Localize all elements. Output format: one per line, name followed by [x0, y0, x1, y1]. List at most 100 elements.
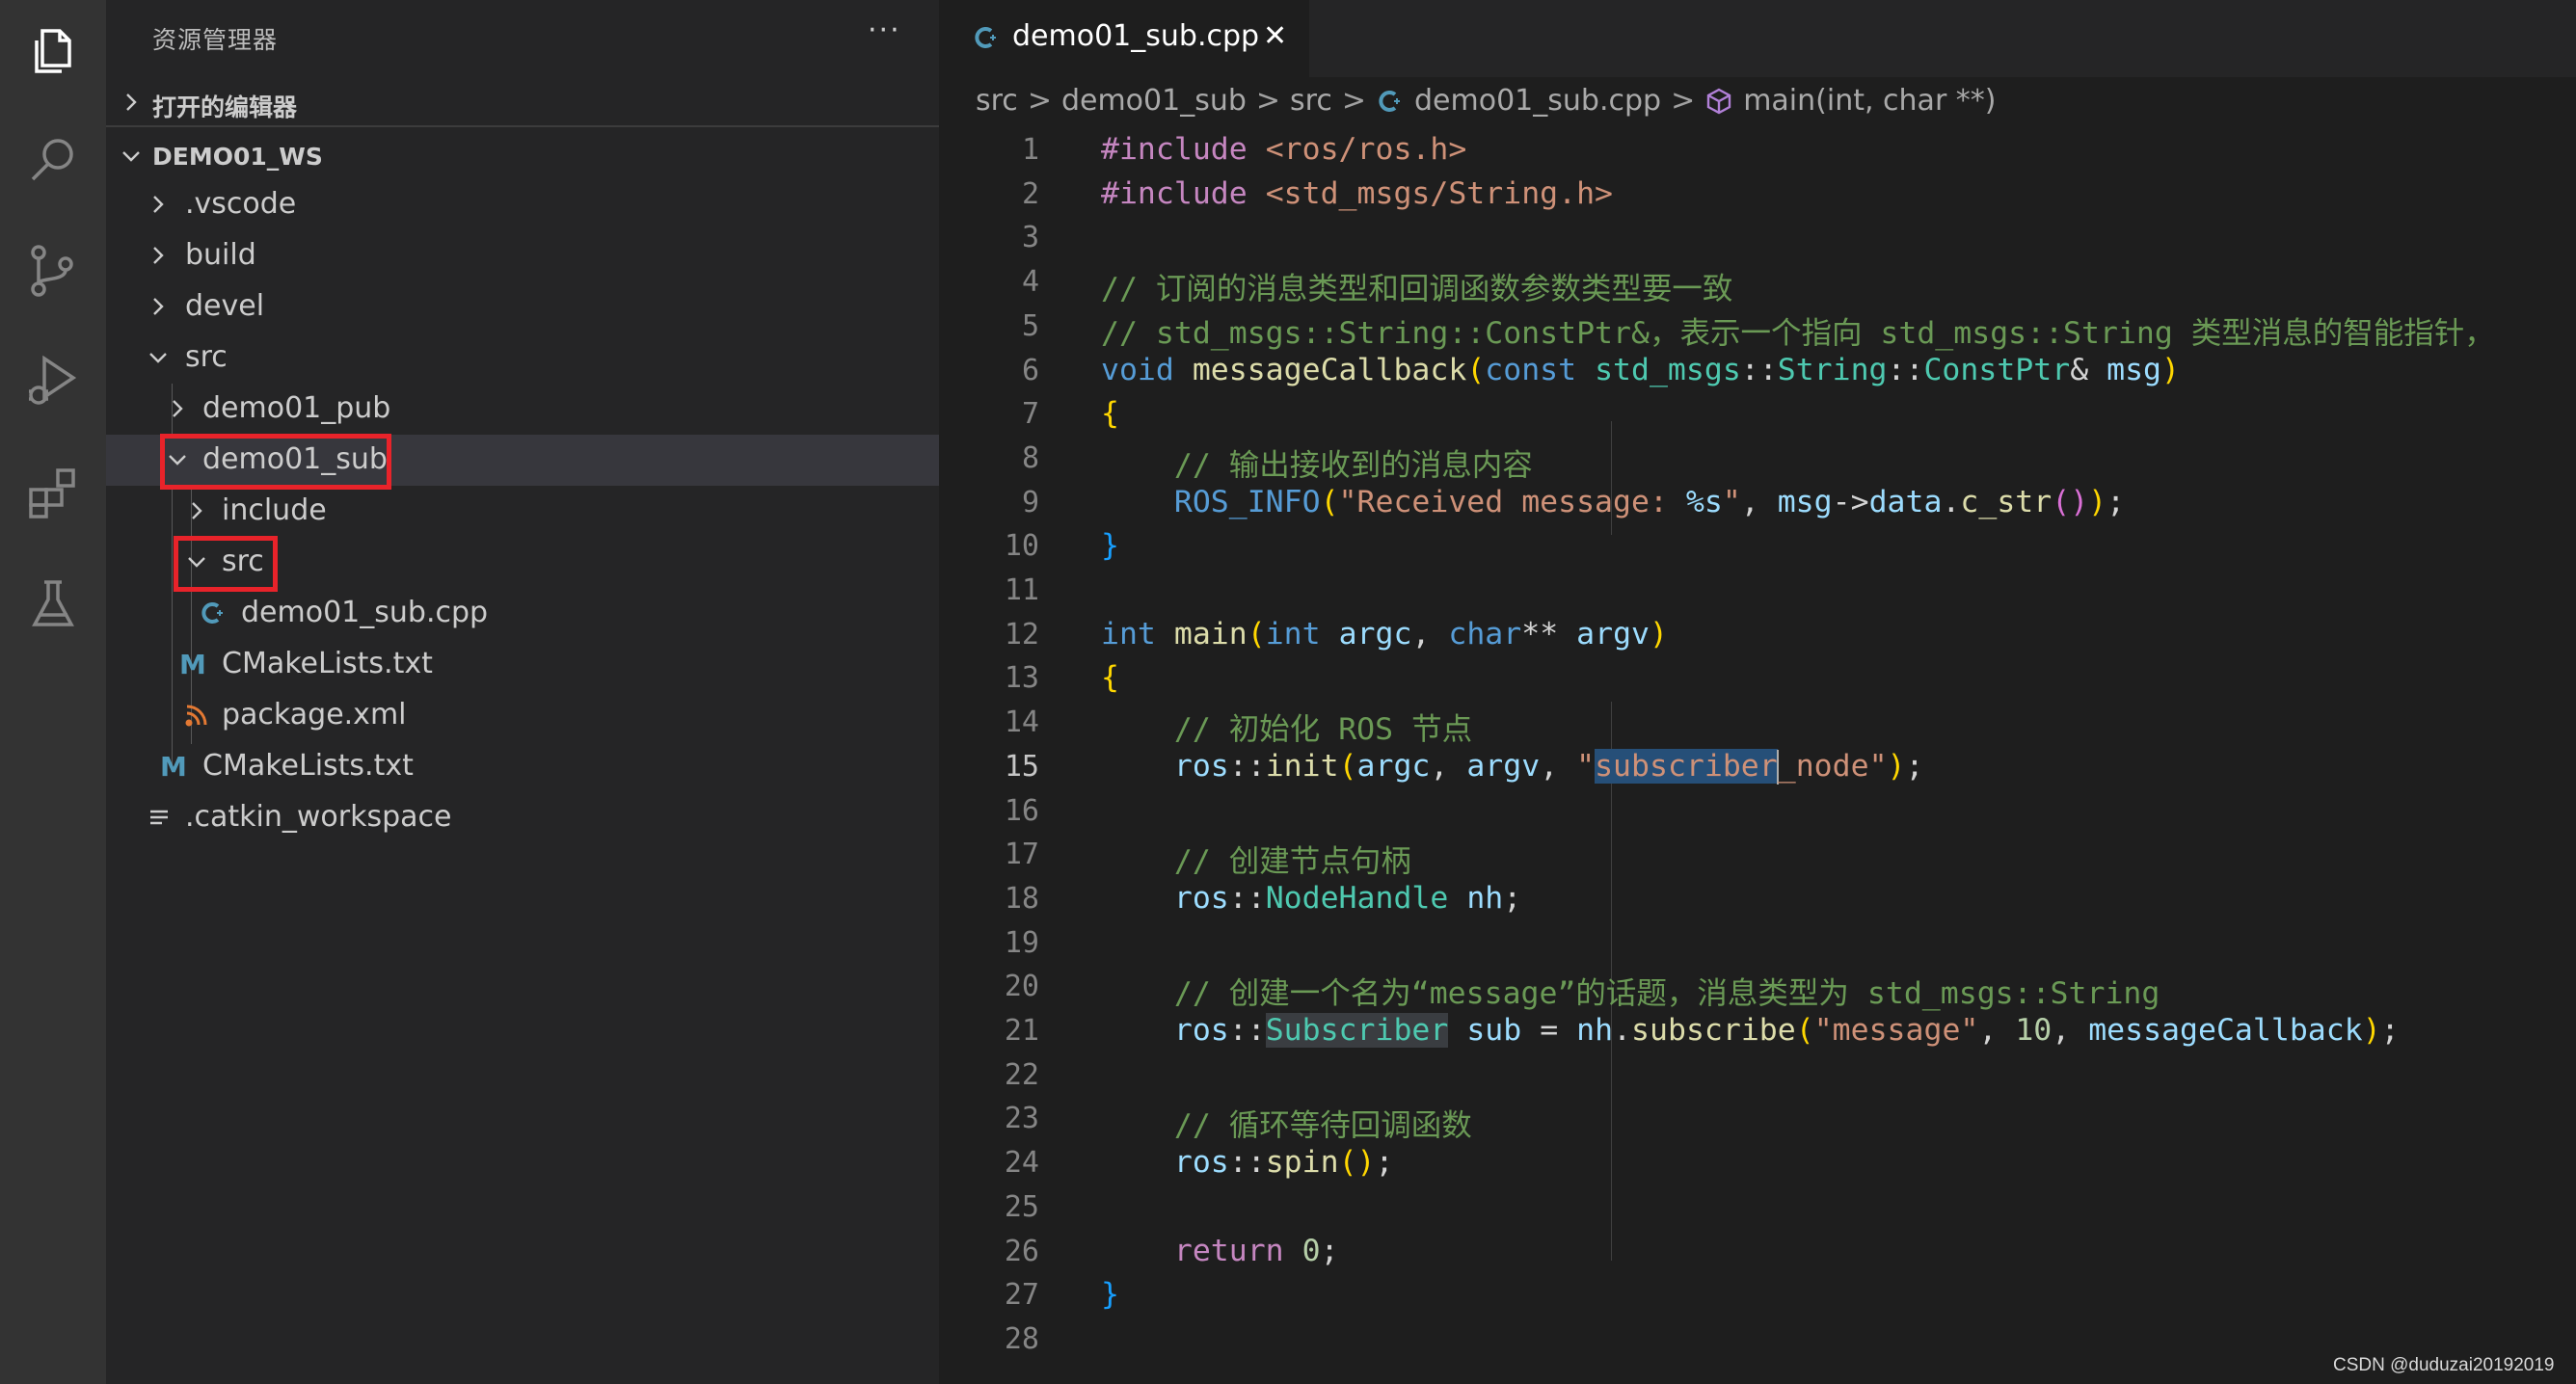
- chevron-right-icon: [153, 196, 164, 213]
- code-line[interactable]: 4 // 订阅的消息类型和回调函数参数类型要一致: [939, 260, 2576, 307]
- code-line[interactable]: 15 ros::init(argc, argv, "subscriber_nod…: [939, 745, 2576, 789]
- line-number: 20: [1004, 970, 1039, 1004]
- extensions-icon[interactable]: [21, 461, 85, 524]
- code-text: ros::spin();: [1173, 1145, 1394, 1181]
- line-number: 8: [1021, 440, 1039, 475]
- line-number: 17: [1004, 838, 1039, 872]
- breadcrumb-item[interactable]: main(int, char **): [1743, 84, 1996, 118]
- breadcrumb-separator: >: [1671, 84, 1696, 118]
- code-line[interactable]: 22: [939, 1053, 2576, 1098]
- line-number: 6: [1021, 353, 1039, 387]
- run-debug-icon[interactable]: [21, 349, 85, 413]
- code-line[interactable]: 12 int main(int argc, char** argv): [939, 613, 2576, 657]
- code-line[interactable]: 7{: [939, 392, 2576, 437]
- code-line[interactable]: 14 // 初始化 ROS 节点: [939, 701, 2576, 747]
- tree-item-label: build: [185, 238, 256, 272]
- code-text: // 循环等待回调函数: [1173, 1108, 1472, 1144]
- code-line[interactable]: 13 {: [939, 656, 2576, 701]
- line-number: 15: [1004, 749, 1039, 784]
- code-text: // 订阅的消息类型和回调函数参数类型要一致: [1101, 272, 1733, 307]
- line-number: 5: [1021, 308, 1039, 343]
- breadcrumb-separator: >: [1027, 84, 1052, 118]
- tree-item-label: package.xml: [222, 698, 407, 732]
- code-line[interactable]: 19: [939, 921, 2576, 966]
- tree-item-label: .vscode: [185, 187, 297, 221]
- code-line[interactable]: 3: [939, 216, 2576, 260]
- cmake-file-icon: M: [160, 751, 187, 783]
- tree-item-label: demo01_pub: [202, 391, 391, 425]
- code-line[interactable]: 23 // 循环等待回调函数: [939, 1097, 2576, 1143]
- code-text: void messageCallback(const std_msgs::Str…: [1101, 352, 2180, 387]
- source-control-icon[interactable]: [21, 239, 85, 303]
- tree-item-catkin-workspace[interactable]: .catkin_workspace: [106, 792, 939, 843]
- line-number: 9: [1021, 485, 1039, 519]
- code-line[interactable]: 1 #include <ros/ros.h>: [939, 128, 2576, 173]
- tree-item-devel[interactable]: devel: [106, 281, 939, 333]
- code-line[interactable]: 18 ros::NodeHandle nh;: [939, 877, 2576, 921]
- line-number: 23: [1004, 1102, 1039, 1136]
- code-line[interactable]: 17 // 创建节点句柄: [939, 833, 2576, 879]
- code-line[interactable]: 9 ROS_INFO("Received message: %s", msg->…: [939, 481, 2576, 525]
- tab-bar: demo01_sub.cpp ✕: [939, 0, 2576, 77]
- code-line[interactable]: 6 void messageCallback(const std_msgs::St…: [939, 349, 2576, 393]
- tree-item-cmakelists-ws[interactable]: M CMakeLists.txt: [106, 741, 939, 792]
- line-number: 4: [1021, 265, 1039, 300]
- tree-item-src[interactable]: src: [106, 333, 939, 384]
- code-line[interactable]: 8 // 输出接收到的消息内容: [939, 437, 2576, 483]
- breadcrumb-separator: >: [1255, 84, 1281, 118]
- line-number: 24: [1004, 1146, 1039, 1181]
- chevron-right-icon: [153, 247, 164, 264]
- line-number: 18: [1004, 881, 1039, 916]
- code-text: ros::Subscriber sub = nh.subscribe("mess…: [1173, 1013, 2400, 1048]
- chevron-right-icon: [192, 502, 202, 519]
- tree-item-label: include: [222, 493, 327, 527]
- chevron-down-icon: [122, 151, 140, 162]
- tree-item-label: demo01_sub.cpp: [241, 596, 489, 629]
- line-number: 22: [1004, 1057, 1039, 1092]
- method-cube-icon: [1707, 88, 1731, 114]
- search-icon[interactable]: [21, 127, 85, 191]
- tree-item-include[interactable]: include: [106, 486, 939, 537]
- code-line[interactable]: 25: [939, 1185, 2576, 1230]
- line-number: 12: [1004, 617, 1039, 652]
- open-editors-section[interactable]: 打开的编辑器: [106, 77, 939, 127]
- tree-item-build[interactable]: build: [106, 230, 939, 281]
- code-line[interactable]: 28: [939, 1317, 2576, 1362]
- code-line[interactable]: 16: [939, 789, 2576, 834]
- breadcrumb-item[interactable]: src: [976, 84, 1018, 118]
- explorer-sidebar: 资源管理器 ··· 打开的编辑器 DEMO01_WS .vscode build…: [106, 0, 1006, 1384]
- code-line[interactable]: 26 return 0;: [939, 1230, 2576, 1274]
- code-line[interactable]: 27}: [939, 1273, 2576, 1317]
- more-actions-button[interactable]: ···: [868, 13, 901, 47]
- code-text: // std_msgs::String::ConstPtr&，表示一个指向 st…: [1101, 315, 2495, 351]
- sidebar-title: 资源管理器: [152, 26, 279, 54]
- line-number: 1: [1021, 133, 1039, 167]
- tree-item-cmakelists-pkg[interactable]: M CMakeLists.txt: [106, 639, 939, 690]
- testing-icon[interactable]: [21, 572, 85, 636]
- workspace-section[interactable]: DEMO01_WS: [106, 131, 939, 181]
- tree-item-demo01-sub-cpp[interactable]: demo01_sub.cpp: [106, 588, 939, 639]
- code-line[interactable]: 2 #include <std_msgs/String.h>: [939, 173, 2576, 217]
- code-text: #include <ros/ros.h>: [1101, 132, 1467, 167]
- line-number: 26: [1004, 1234, 1039, 1268]
- code-line[interactable]: 24 ros::spin();: [939, 1141, 2576, 1185]
- breadcrumb-item[interactable]: src: [1290, 84, 1332, 118]
- line-number: 21: [1004, 1014, 1039, 1048]
- chevron-right-icon: [126, 93, 137, 111]
- code-line[interactable]: 5 // std_msgs::String::ConstPtr&，表示一个指向 s…: [939, 305, 2576, 351]
- tree-item-vscode[interactable]: .vscode: [106, 179, 939, 230]
- tree-item-package-xml[interactable]: package.xml: [106, 690, 939, 741]
- tree-item-demo01-pub[interactable]: demo01_pub: [106, 384, 939, 435]
- breadcrumb-item[interactable]: demo01_sub: [1061, 84, 1247, 118]
- code-line[interactable]: 11: [939, 569, 2576, 613]
- code-text: ros::init(argc, argv, "subscriber_node")…: [1173, 748, 1924, 785]
- tab-demo01-sub-cpp[interactable]: demo01_sub.cpp ✕: [939, 0, 1309, 77]
- code-line[interactable]: 20 // 创建一个名为“message”的话题，消息类型为 std_msgs:…: [939, 965, 2576, 1011]
- code-line[interactable]: 10}: [939, 524, 2576, 569]
- explorer-icon[interactable]: [21, 19, 85, 83]
- tab-label: demo01_sub.cpp: [1012, 19, 1260, 53]
- close-tab-button[interactable]: ✕: [1263, 19, 1287, 53]
- line-number: 19: [1004, 925, 1039, 960]
- breadcrumb-item[interactable]: demo01_sub.cpp: [1414, 84, 1661, 118]
- code-line[interactable]: 21 ros::Subscriber sub = nh.subscribe("m…: [939, 1009, 2576, 1053]
